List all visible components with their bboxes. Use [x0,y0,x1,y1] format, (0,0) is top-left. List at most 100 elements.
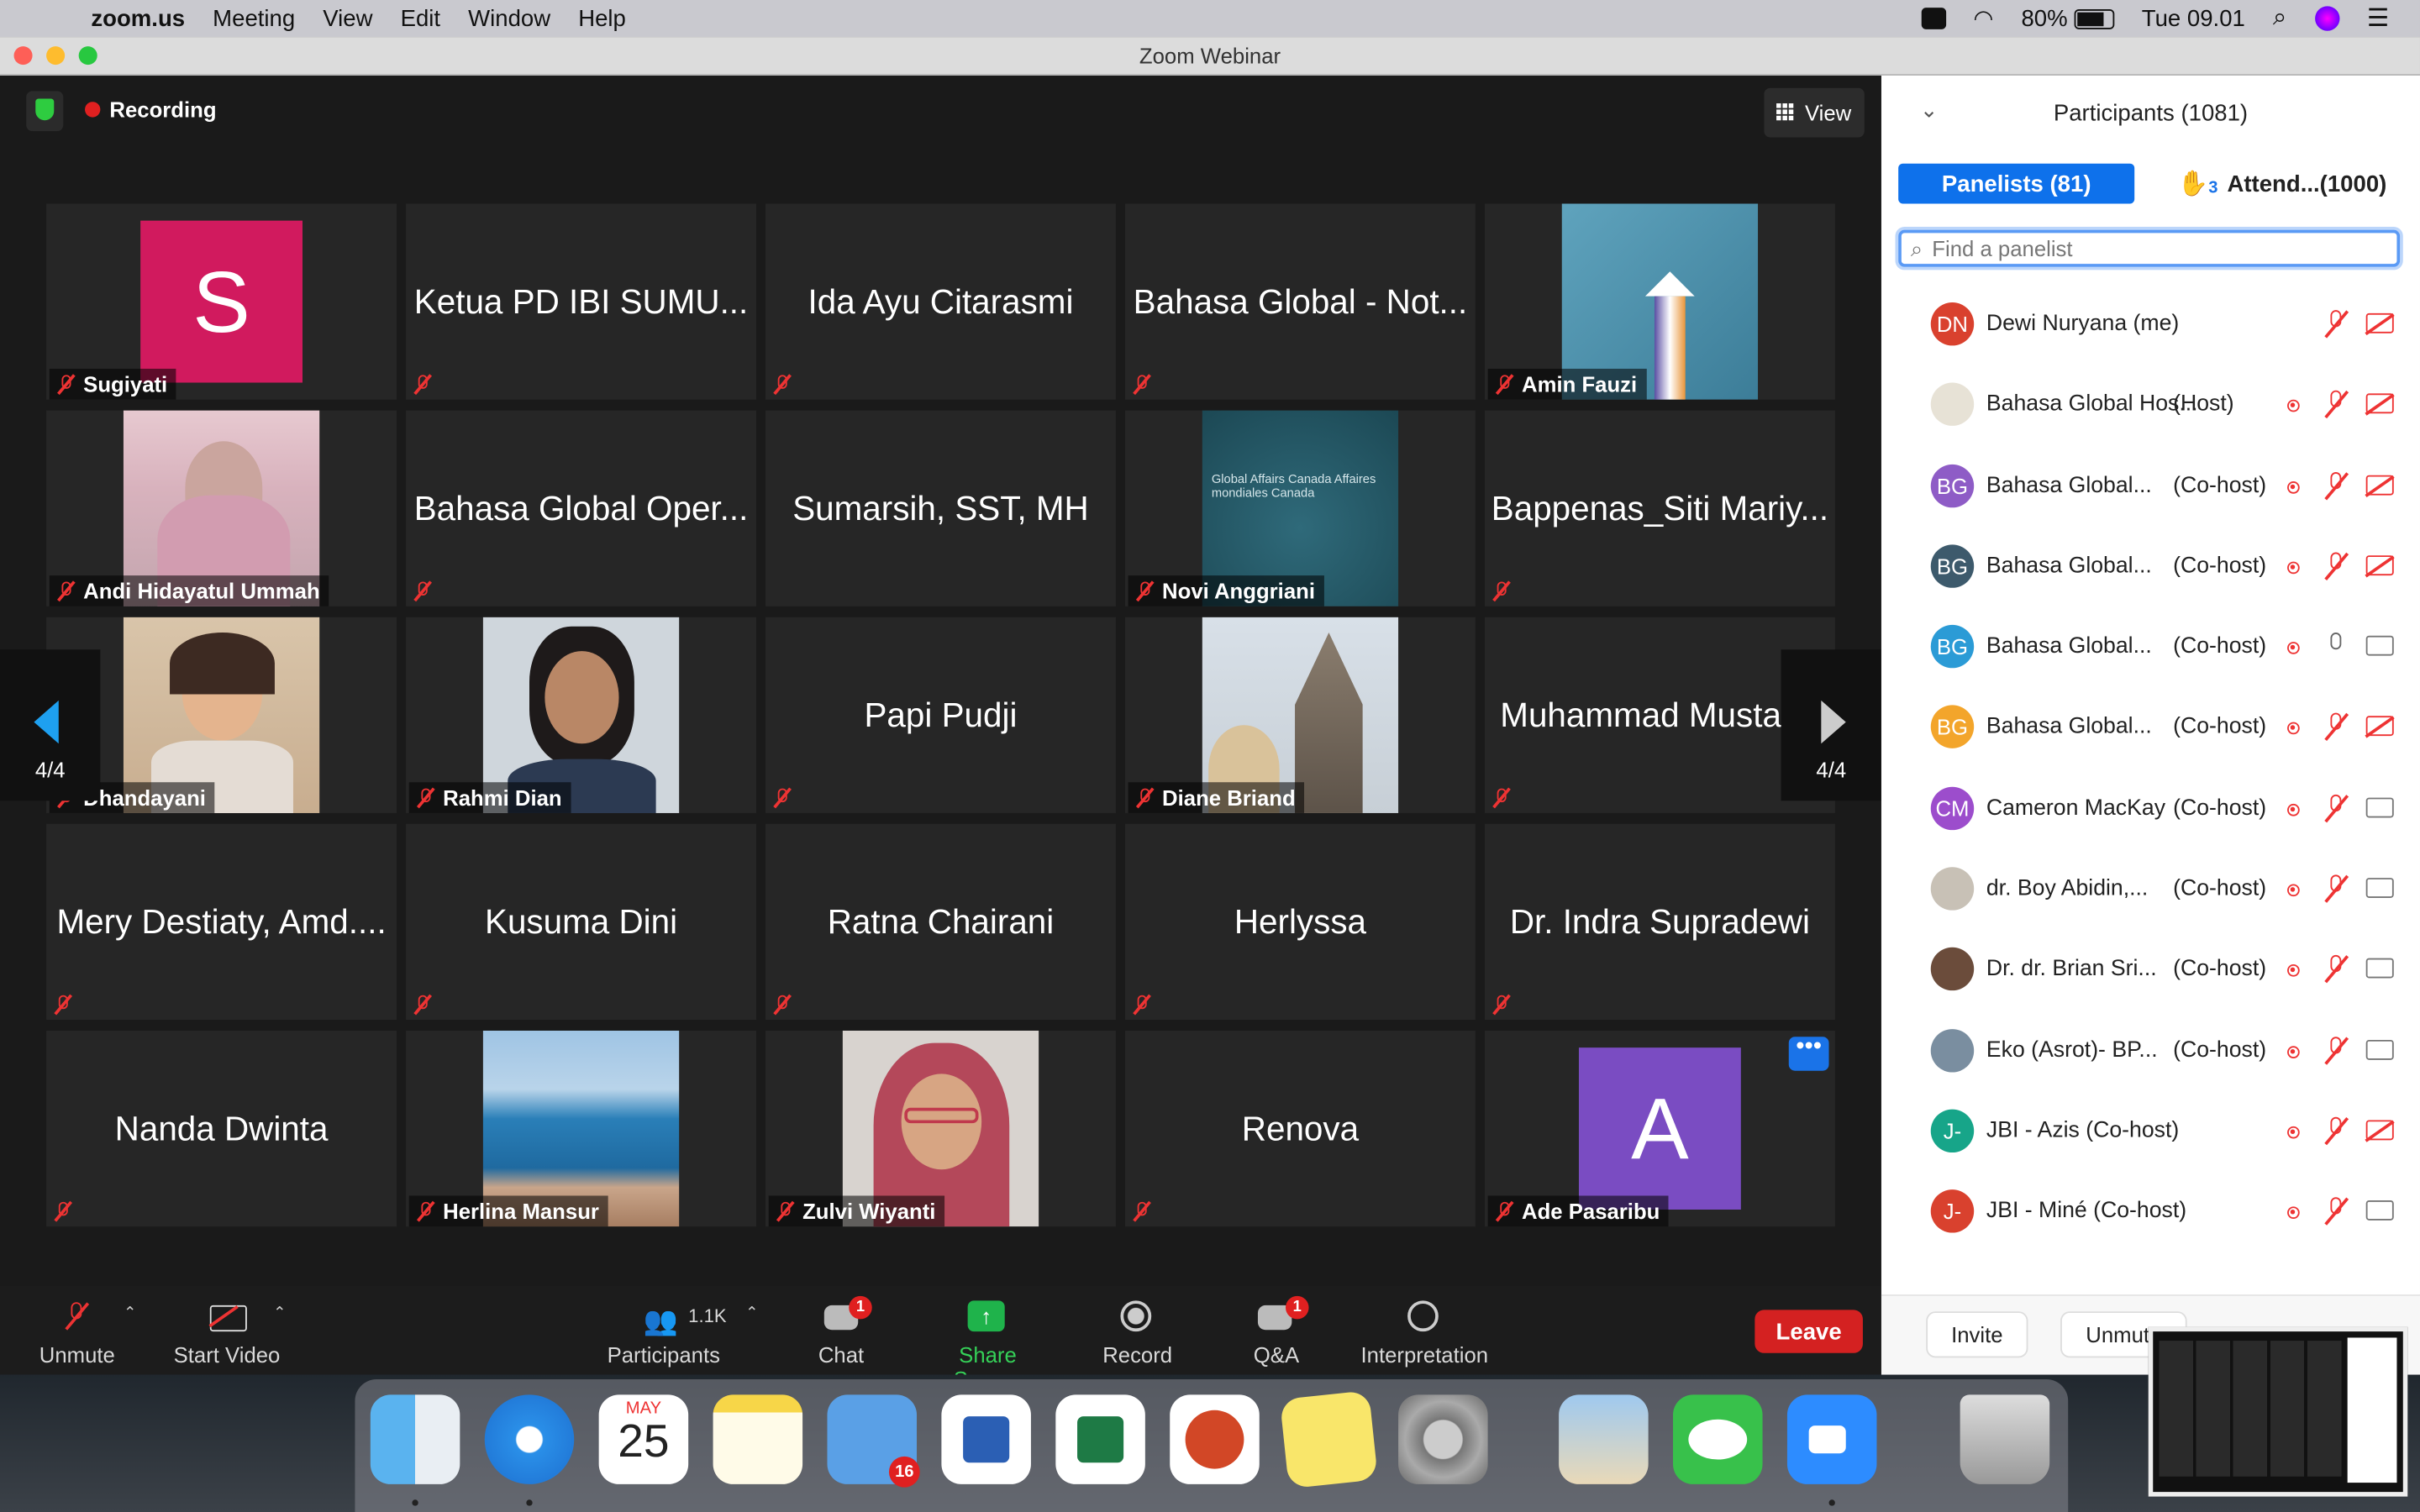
line-icon[interactable] [1673,1394,1763,1484]
video-icon[interactable] [2365,797,2394,818]
screenshot-thumbnail[interactable] [2148,1326,2408,1497]
video-off-icon[interactable] [2365,717,2394,738]
video-tile[interactable]: Andi Hidayatul Ummah [46,410,397,606]
mic-muted-icon[interactable] [2324,713,2349,741]
video-off-icon[interactable] [2365,312,2394,333]
video-tile[interactable]: Bahasa Global Oper... [406,410,756,606]
participant-row[interactable]: BG Bahasa Global... (Co-host) [1881,444,2420,524]
participant-row[interactable]: BG Bahasa Global... (Co-host) [1881,605,2420,685]
mic-muted-icon[interactable] [2324,1197,2349,1226]
start-video-button[interactable]: Start Video [166,1296,287,1367]
video-tile[interactable]: A ••• Ade Pasaribu [1484,1030,1835,1227]
video-tile[interactable]: Kusuma Dini [406,823,756,1021]
video-tile[interactable]: Amin Fauzi [1484,203,1835,400]
participant-row[interactable]: DN Dewi Nuryana (me) [1881,282,2420,363]
encryption-shield-icon[interactable] [26,91,64,132]
video-tile[interactable]: Nanda Dwinta [46,1030,397,1227]
video-icon[interactable] [2365,958,2394,979]
participant-row[interactable]: BG Bahasa Global... (Co-host) [1881,524,2420,605]
word-icon[interactable] [941,1394,1031,1484]
previous-page-button[interactable]: 4/4 [0,649,101,801]
powerpoint-icon[interactable] [1170,1394,1260,1484]
menu-view[interactable]: View [323,5,372,31]
participant-row[interactable]: J- JBI - Azis (Co-host) [1881,1089,2420,1170]
video-icon[interactable] [2365,1200,2394,1221]
video-tile[interactable]: S Sugiyati [46,203,397,400]
video-tile[interactable]: Herlina Mansur [406,1030,756,1227]
participant-row[interactable]: Eko (Asrot)- BP... (Co-host) [1881,1009,2420,1089]
qa-button[interactable]: 1 Q&A [1243,1295,1311,1367]
system-preferences-icon[interactable] [1398,1394,1488,1484]
record-button[interactable]: Record [1096,1296,1179,1367]
notification-center-icon[interactable]: ☰ [2367,3,2389,34]
panelist-search-input[interactable]: ⌕ Find a panelist [1898,229,2401,267]
zoom-icon[interactable] [1786,1394,1877,1484]
video-tile[interactable]: Global Affairs Canada Affaires mondiales… [1124,410,1476,606]
view-button[interactable]: View [1764,87,1865,138]
video-off-icon[interactable] [2365,393,2394,414]
video-tile[interactable]: Sumarsih, SST, MH [765,410,1116,606]
video-off-icon[interactable] [2365,474,2394,495]
menu-app-name[interactable]: zoom.us [91,5,185,31]
video-tile[interactable]: Ketua PD IBI SUMU... [406,203,756,400]
menu-window[interactable]: Window [468,5,550,31]
mic-muted-icon[interactable] [2324,955,2349,984]
mic-muted-icon[interactable] [2324,874,2349,903]
video-tile[interactable]: Rahmi Dian [406,617,756,813]
more-options-button[interactable]: ••• [1788,1035,1829,1071]
mic-muted-icon[interactable] [2324,552,2349,580]
notes-icon[interactable] [713,1394,803,1484]
video-tile[interactable]: Zulvi Wiyanti [765,1030,1116,1227]
participant-row[interactable]: dr. Boy Abidin,... (Co-host) [1881,848,2420,928]
participant-row[interactable]: J- JBI - Miné (Co-host) [1881,1170,2420,1251]
participant-row[interactable]: BG Bahasa Global... (Co-host) [1881,685,2420,766]
unmute-button[interactable]: Unmute [34,1296,120,1367]
leave-button[interactable]: Leave [1754,1310,1863,1353]
participant-row[interactable]: Dr. dr. Brian Sri... (Co-host) [1881,928,2420,1009]
stickies-icon[interactable] [1279,1390,1378,1489]
menu-meeting[interactable]: Meeting [213,5,295,31]
video-tile[interactable]: Ida Ayu Citarasmi [765,203,1116,400]
zoom-status-icon[interactable] [1920,8,1946,29]
interpretation-button[interactable]: Interpretation [1355,1296,1494,1367]
recording-indicator[interactable]: Recording [85,97,217,122]
preview-icon[interactable] [1559,1394,1649,1484]
mic-muted-icon[interactable] [2324,794,2349,822]
mic-muted-icon[interactable] [2324,471,2349,499]
video-tile[interactable]: Bahasa Global - Not... [1124,203,1476,400]
video-off-icon[interactable] [2365,1120,2394,1141]
menu-edit[interactable]: Edit [401,5,440,31]
mic-muted-icon[interactable] [2324,310,2349,338]
video-tile[interactable]: Mery Destiaty, Amd.... [46,823,397,1021]
trash-icon[interactable] [1960,1394,2050,1484]
video-tile[interactable]: Herlyssa [1124,823,1476,1021]
battery-status[interactable]: 80% [2021,5,2114,32]
video-tile[interactable]: Ratna Chairani [765,823,1116,1021]
siri-icon[interactable] [2314,6,2339,31]
excel-icon[interactable] [1055,1394,1145,1484]
video-options-caret[interactable]: ⌃ [273,1305,286,1322]
spotlight-search-icon[interactable]: ⌕ [2273,5,2286,33]
mic-muted-icon[interactable] [2324,1036,2349,1064]
wifi-icon[interactable]: ◠ [1973,5,1993,33]
video-icon[interactable] [2365,636,2394,656]
tab-panelists[interactable]: Panelists (81) [1898,163,2135,204]
chat-button[interactable]: 1 Chat [802,1295,880,1367]
maximize-window-button[interactable] [78,46,97,66]
video-tile[interactable]: Diane Briand [1124,617,1476,813]
finder-icon[interactable] [370,1394,460,1484]
video-tile[interactable]: Papi Pudji [765,617,1116,813]
participants-button[interactable]: 👥 1.1K Participants [600,1296,727,1367]
video-off-icon[interactable] [2365,555,2394,575]
calendar-icon[interactable]: MAY 25 [598,1394,689,1484]
tab-attendees[interactable]: ✋ 3 Attend...(1000) [2178,164,2410,204]
clock[interactable]: Tue 09.01 [2142,5,2245,31]
invite-button[interactable]: Invite [1926,1311,2028,1358]
video-tile[interactable]: Renova [1124,1030,1476,1227]
close-window-button[interactable] [13,46,33,66]
video-icon[interactable] [2365,1039,2394,1060]
minimize-window-button[interactable] [46,46,66,66]
participant-row[interactable]: Bahasa Global Hos... (Host) [1881,363,2420,444]
mic-icon[interactable] [2324,633,2349,660]
video-tile[interactable]: Bappenas_Siti Mariy... [1484,410,1835,606]
